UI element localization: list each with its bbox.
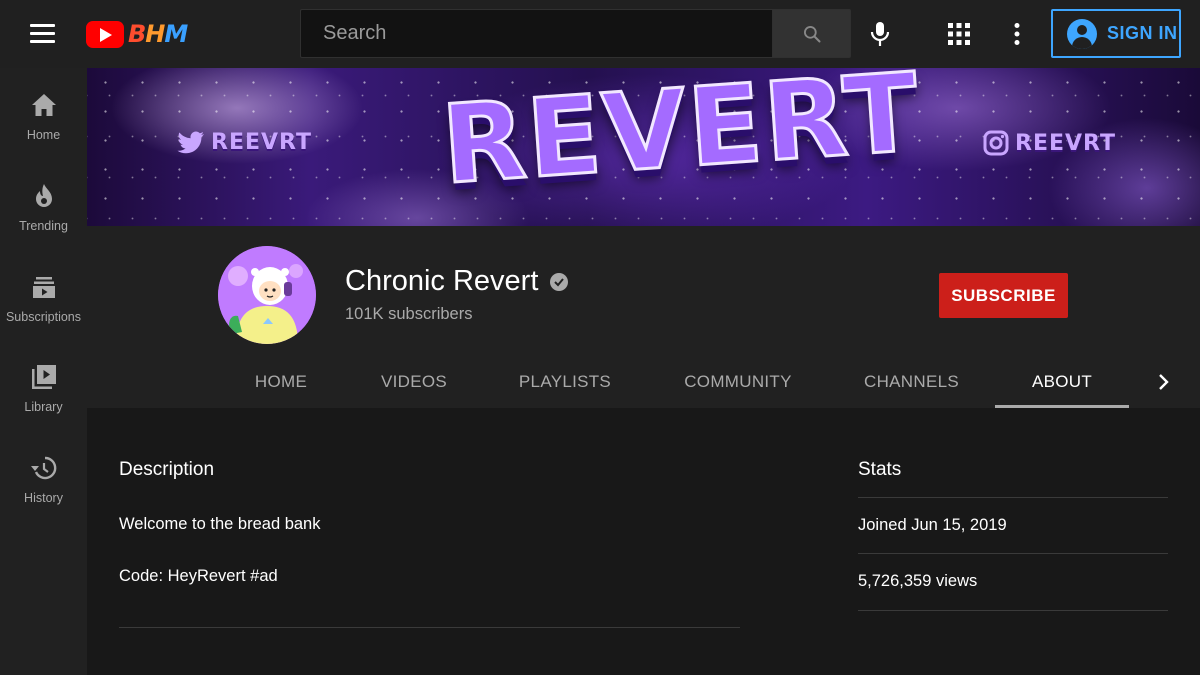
stats-divider xyxy=(858,497,1168,498)
flame-icon xyxy=(29,181,59,211)
tab-videos[interactable]: VIDEOS xyxy=(364,356,464,408)
search-button[interactable] xyxy=(772,9,851,58)
history-icon xyxy=(29,453,59,483)
tab-about[interactable]: ABOUT xyxy=(995,356,1129,408)
sidebar: Home Trending Subscriptions Library Hist… xyxy=(0,68,87,675)
about-section: Description Welcome to the bread bank Co… xyxy=(87,408,1200,675)
account-icon xyxy=(1067,18,1097,49)
sidebar-item-trending[interactable]: Trending xyxy=(0,159,87,239)
stats-divider xyxy=(858,610,1168,611)
subscriber-count: 101K subscribers xyxy=(345,305,473,323)
sign-in-label: SIGN IN xyxy=(1107,23,1178,43)
logo[interactable]: BHM xyxy=(86,20,188,48)
voice-search-button[interactable] xyxy=(864,18,896,50)
sidebar-item-history[interactable]: History xyxy=(0,431,87,511)
search-input[interactable] xyxy=(301,10,772,57)
more-vert-icon xyxy=(1014,23,1020,45)
joined-date: Joined Jun 15, 2019 xyxy=(858,516,1007,534)
description-divider xyxy=(119,627,740,628)
microphone-icon xyxy=(870,22,890,46)
banner-instagram-handle: REEVRT xyxy=(983,130,1116,156)
apps-grid-icon xyxy=(948,23,970,45)
tab-playlists[interactable]: PLAYLISTS xyxy=(505,356,625,408)
settings-menu-button[interactable] xyxy=(1001,18,1033,50)
sidebar-item-subscriptions[interactable]: Subscriptions xyxy=(0,250,87,330)
tab-home[interactable]: HOME xyxy=(231,356,331,408)
search-icon xyxy=(804,26,821,43)
instagram-handle-text: REEVRT xyxy=(1015,130,1116,156)
instagram-icon xyxy=(983,130,1009,156)
top-bar: BHM SIGN IN xyxy=(0,0,1200,68)
twitter-icon xyxy=(177,131,204,153)
menu-icon[interactable] xyxy=(30,24,55,44)
channel-avatar[interactable] xyxy=(218,246,316,344)
description-title: Description xyxy=(119,459,215,480)
chevron-right-icon xyxy=(1159,374,1169,390)
stats-divider xyxy=(858,553,1168,554)
search-box xyxy=(300,9,772,58)
home-icon xyxy=(29,90,59,120)
sign-in-button[interactable]: SIGN IN xyxy=(1051,9,1181,58)
channel-name-row: Chronic Revert xyxy=(345,265,569,298)
play-logo-icon xyxy=(86,20,124,48)
subscriptions-icon xyxy=(29,272,59,302)
twitter-handle-text: REEVRT xyxy=(211,130,312,155)
tabs-next-button[interactable] xyxy=(1150,368,1178,396)
sidebar-item-label: Subscriptions xyxy=(5,310,82,324)
tab-community[interactable]: COMMUNITY xyxy=(665,356,811,408)
subscribe-button[interactable]: SUBSCRIBE xyxy=(939,273,1068,318)
avatar-illustration xyxy=(218,246,316,344)
sidebar-item-label: Library xyxy=(24,400,63,414)
sidebar-item-label: Home xyxy=(26,128,61,142)
channel-tabs: HOME VIDEOS PLAYLISTS COMMUNITY CHANNELS… xyxy=(87,356,1200,408)
sidebar-item-label: Trending xyxy=(19,219,68,233)
apps-button[interactable] xyxy=(943,18,975,50)
tab-channels[interactable]: CHANNELS xyxy=(845,356,978,408)
sidebar-item-home[interactable]: Home xyxy=(0,68,87,148)
description-line: Welcome to the bread bank xyxy=(119,515,321,533)
channel-header: Chronic Revert 101K subscribers SUBSCRIB… xyxy=(87,226,1200,408)
channel-banner: REEVRT REVERT REEVRT xyxy=(87,68,1200,226)
stats-title: Stats xyxy=(858,459,902,480)
description-line: Code: HeyRevert #ad xyxy=(119,567,278,585)
verified-check-icon xyxy=(550,272,569,291)
banner-twitter-handle: REEVRT xyxy=(177,130,312,155)
sidebar-item-label: History xyxy=(24,491,63,505)
library-icon xyxy=(29,362,59,392)
view-count: 5,726,359 views xyxy=(858,572,978,590)
logo-text: BHM xyxy=(128,20,188,48)
sidebar-item-library[interactable]: Library xyxy=(0,340,87,420)
channel-name: Chronic Revert xyxy=(345,265,539,297)
